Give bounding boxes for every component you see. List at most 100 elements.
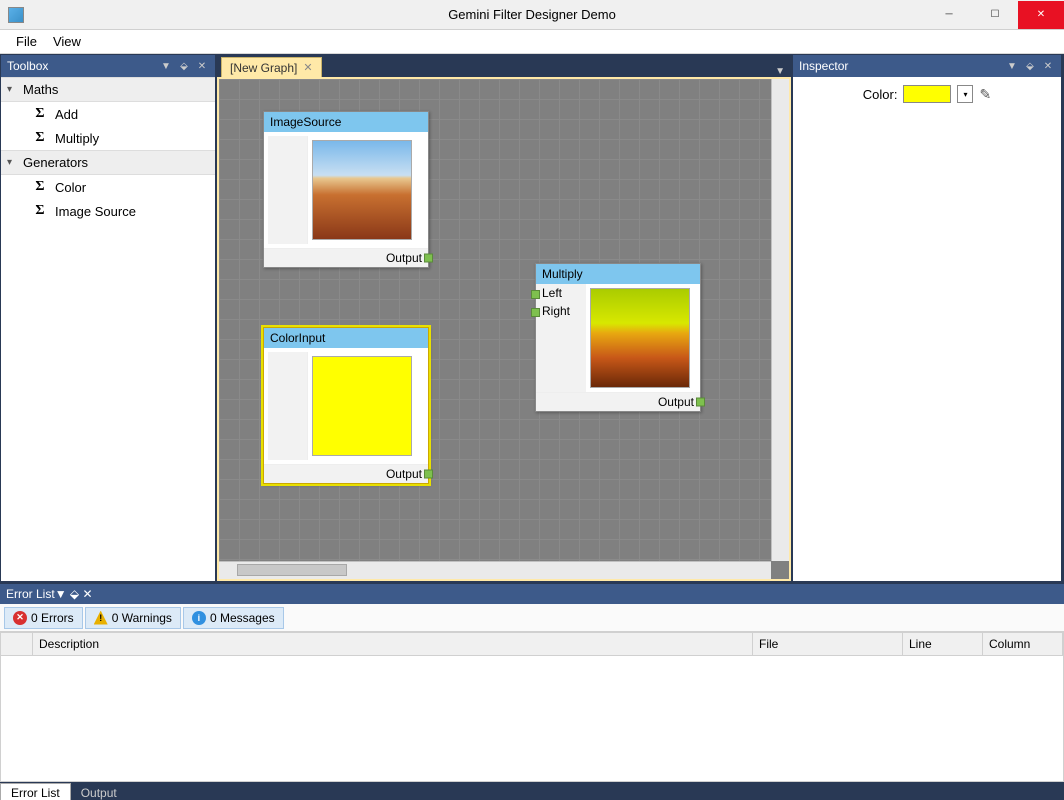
filter-label: 0 Warnings [112, 611, 172, 625]
toolbox-section-generators[interactable]: ▾ Generators [1, 150, 215, 175]
input-right: Right [536, 302, 586, 320]
error-table: Description File Line Column [0, 632, 1064, 782]
item-label: Image Source [55, 204, 136, 219]
inspector-header[interactable]: Inspector ▼ ⬙ ✕ [793, 55, 1061, 77]
warning-icon: ! [94, 611, 108, 625]
sigma-icon: Σ [31, 130, 49, 146]
main-shell: Toolbox ▼ ⬙ ✕ ▾ Maths Σ Add Σ Multiply ▾… [0, 54, 1064, 582]
filter-warnings[interactable]: ! 0 Warnings [85, 607, 181, 629]
inspector-title: Inspector [799, 59, 848, 73]
bottom-tabstrip: Error List Output [0, 782, 1064, 800]
inspector-color-row: Color: ▾ ✎ [813, 85, 1041, 103]
dropdown-icon[interactable]: ▼ [55, 587, 67, 601]
node-preview-color [312, 356, 412, 456]
output-label: Output [386, 251, 422, 265]
error-list-title: Error List [6, 587, 55, 601]
output-label: Output [386, 467, 422, 481]
horizontal-scrollbar[interactable] [219, 561, 771, 579]
document-tab[interactable]: [New Graph] ✕ [221, 57, 322, 77]
node-title[interactable]: Multiply [536, 264, 700, 284]
toolbox-item-color[interactable]: Σ Color [1, 175, 215, 199]
table-header-description[interactable]: Description [33, 633, 753, 655]
pin-icon[interactable]: ⬙ [177, 59, 191, 73]
input-port-left[interactable] [531, 290, 540, 299]
chevron-down-icon: ▾ [7, 84, 19, 95]
sigma-icon: Σ [31, 106, 49, 122]
node-title[interactable]: ImageSource [264, 112, 428, 132]
info-icon: i [192, 611, 206, 625]
close-icon[interactable]: ✕ [1041, 59, 1055, 73]
menu-file[interactable]: File [8, 32, 45, 51]
filter-messages[interactable]: i 0 Messages [183, 607, 284, 629]
section-label: Generators [23, 155, 88, 170]
tab-output[interactable]: Output [71, 784, 127, 800]
table-header-icon[interactable] [1, 633, 33, 655]
close-icon[interactable]: ✕ [303, 61, 312, 74]
dropdown-icon[interactable]: ▼ [775, 66, 785, 77]
vertical-scrollbar[interactable] [771, 79, 789, 561]
scrollbar-thumb[interactable] [237, 564, 347, 576]
input-port-right[interactable] [531, 308, 540, 317]
output-port[interactable] [424, 254, 433, 263]
toolbox-item-image-source[interactable]: Σ Image Source [1, 199, 215, 223]
node-title[interactable]: ColorInput [264, 328, 428, 348]
item-label: Color [55, 180, 86, 195]
close-icon[interactable]: ✕ [83, 587, 93, 601]
table-header-column[interactable]: Column [983, 633, 1063, 655]
node-sidebar [268, 352, 308, 460]
filter-errors[interactable]: ✕ 0 Errors [4, 607, 83, 629]
sigma-icon: Σ [31, 203, 49, 219]
graph-canvas-wrap: ImageSource Output ColorInput [217, 77, 791, 581]
color-swatch[interactable] [903, 85, 951, 103]
maximize-button[interactable]: ☐ [972, 1, 1018, 29]
filter-label: 0 Messages [210, 611, 275, 625]
node-preview-image [590, 288, 690, 388]
node-output: Output [536, 392, 700, 411]
section-label: Maths [23, 82, 58, 97]
toolbox-header[interactable]: Toolbox ▼ ⬙ ✕ [1, 55, 215, 77]
close-button[interactable]: ✕ [1018, 1, 1064, 29]
tab-label: [New Graph] [230, 61, 297, 75]
eyedropper-icon[interactable]: ✎ [979, 86, 991, 103]
table-header-row: Description File Line Column [1, 633, 1063, 656]
error-filters: ✕ 0 Errors ! 0 Warnings i 0 Messages [0, 604, 1064, 632]
input-left: Left [536, 284, 586, 302]
dropdown-icon[interactable]: ▼ [1005, 59, 1019, 73]
pin-icon[interactable]: ⬙ [1023, 59, 1037, 73]
toolbox-item-add[interactable]: Σ Add [1, 102, 215, 126]
table-header-line[interactable]: Line [903, 633, 983, 655]
tab-error-list[interactable]: Error List [0, 783, 71, 800]
window-controls: ─ ☐ ✕ [926, 1, 1064, 29]
sigma-icon: Σ [31, 179, 49, 195]
node-imagesource[interactable]: ImageSource Output [263, 111, 429, 268]
graph-panel: [New Graph] ✕ ▼ ImageSource [216, 54, 792, 582]
toolbox-section-maths[interactable]: ▾ Maths [1, 77, 215, 102]
toolbox-panel: Toolbox ▼ ⬙ ✕ ▾ Maths Σ Add Σ Multiply ▾… [0, 54, 216, 582]
node-colorinput[interactable]: ColorInput Output [263, 327, 429, 484]
table-header-file[interactable]: File [753, 633, 903, 655]
inspector-panel: Inspector ▼ ⬙ ✕ Color: ▾ ✎ [792, 54, 1062, 582]
node-output: Output [264, 248, 428, 267]
document-tabstrip: [New Graph] ✕ ▼ [217, 55, 791, 77]
close-icon[interactable]: ✕ [195, 59, 209, 73]
item-label: Add [55, 107, 78, 122]
title-bar: Gemini Filter Designer Demo ─ ☐ ✕ [0, 0, 1064, 30]
color-label: Color: [863, 87, 898, 102]
input-label: Left [542, 286, 562, 300]
input-label: Right [542, 304, 570, 318]
minimize-button[interactable]: ─ [926, 1, 972, 29]
error-icon: ✕ [13, 611, 27, 625]
app-icon [8, 7, 24, 23]
filter-label: 0 Errors [31, 611, 74, 625]
color-dropdown-button[interactable]: ▾ [957, 85, 973, 103]
output-port[interactable] [424, 470, 433, 479]
node-output: Output [264, 464, 428, 483]
pin-icon[interactable]: ⬙ [70, 587, 79, 601]
toolbox-item-multiply[interactable]: Σ Multiply [1, 126, 215, 150]
error-list-header[interactable]: Error List ▼ ⬙ ✕ [0, 584, 1064, 604]
menu-view[interactable]: View [45, 32, 89, 51]
output-port[interactable] [696, 398, 705, 407]
dropdown-icon[interactable]: ▼ [159, 59, 173, 73]
graph-canvas[interactable]: ImageSource Output ColorInput [219, 79, 771, 561]
node-multiply[interactable]: Multiply Left Right [535, 263, 701, 412]
